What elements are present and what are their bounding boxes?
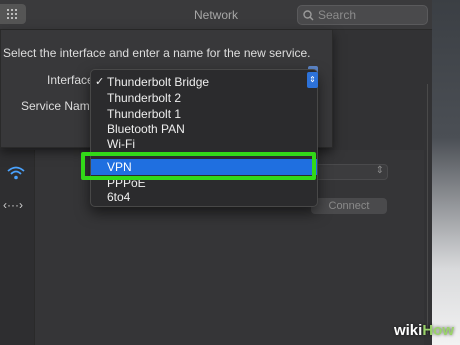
connect-button[interactable]: Connect [311,198,387,214]
menu-item-thunderbolt-2[interactable]: Thunderbolt 2 [91,90,317,106]
watermark-suffix: How [422,322,454,339]
popup-arrows-icon[interactable]: ⇕ [307,72,318,88]
menu-item-bluetooth-pan[interactable]: Bluetooth PAN [91,121,317,137]
desktop-background [432,0,460,345]
search-placeholder: Search [318,8,357,22]
interface-popup-menu: ✓ Thunderbolt Bridge Thunderbolt 2 Thund… [90,69,318,207]
menu-item-label: Thunderbolt Bridge [107,75,210,89]
menu-item-label: Wi-Fi [107,137,135,151]
title-bar: Network Search [0,0,432,30]
menu-item-label: Thunderbolt 2 [107,91,182,105]
service-name-label: Service Name [21,99,97,113]
panel-frame [420,84,428,334]
vpn-highlight-annotation [81,152,316,180]
configuration-select[interactable]: ⇕ [310,164,388,180]
checkmark-icon: ✓ [95,76,105,88]
menu-item-thunderbolt-1[interactable]: Thunderbolt 1 [91,106,317,122]
menu-item-thunderbolt-bridge[interactable]: ✓ Thunderbolt Bridge [91,74,317,90]
sheet-instruction: Select the interface and enter a name fo… [3,46,311,60]
wifi-icon [7,166,25,180]
interface-label: Interface [47,73,94,87]
menu-item-label: Thunderbolt 1 [107,107,182,121]
vpn-arrows-icon: ‹···› [3,198,23,212]
menu-item-label: 6to4 [107,190,131,204]
search-field[interactable]: Search [297,5,428,25]
menu-item-6to4[interactable]: 6to4 [91,189,317,205]
updown-icon: ⇕ [375,165,384,176]
wikihow-watermark: wikiHow [394,322,454,339]
watermark-prefix: wiki [393,322,423,339]
search-icon [303,9,314,20]
network-preferences-window: Network Search ‹···› ⇕ Connect Select th… [0,0,432,345]
menu-item-label: Bluetooth PAN [107,122,185,136]
menu-item-wifi[interactable]: Wi-Fi [91,136,317,152]
